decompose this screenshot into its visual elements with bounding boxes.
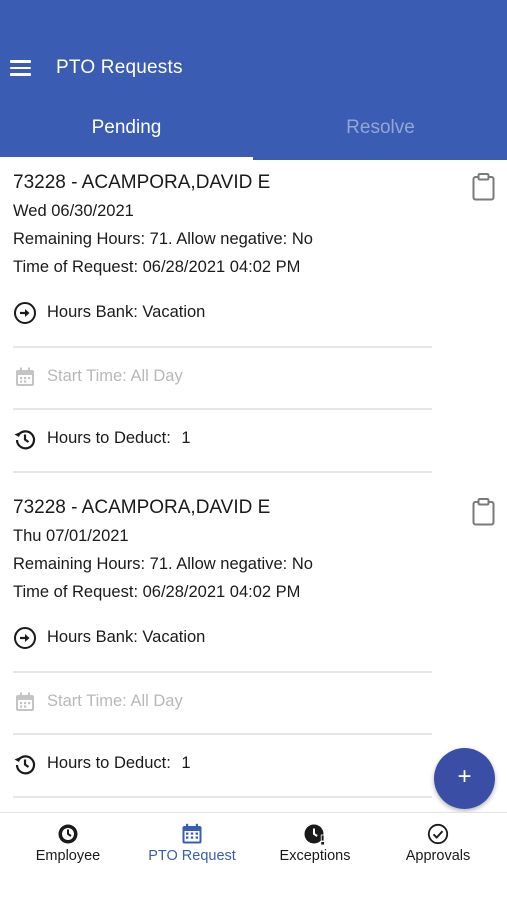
- divider: [13, 408, 432, 410]
- hours-to-deduct-row: Hours to Deduct: 1: [13, 749, 433, 779]
- pto-request-list[interactable]: 73228 - ACAMPORA,DAVID E Wed 06/30/2021 …: [0, 160, 507, 812]
- tab-pending[interactable]: Pending: [0, 100, 253, 160]
- pto-request-card: 73228 - ACAMPORA,DAVID E Wed 06/30/2021 …: [0, 160, 507, 485]
- clipboard-icon[interactable]: [472, 173, 495, 201]
- tab-bar: Pending Resolve: [0, 100, 507, 160]
- nav-exceptions-label: Exceptions: [279, 848, 351, 864]
- hours-to-deduct-value[interactable]: 1: [181, 429, 190, 447]
- nav-approvals-label: Approvals: [405, 848, 471, 864]
- clock-alert-icon: [304, 824, 325, 845]
- arrow-circle-right-icon: [14, 302, 36, 324]
- check-circle-icon: [427, 823, 449, 845]
- hamburger-menu-icon[interactable]: [10, 60, 32, 76]
- page-title: PTO Requests: [56, 57, 183, 78]
- hours-to-deduct-row: Hours to Deduct: 1: [13, 424, 433, 454]
- nav-approvals[interactable]: Approvals: [375, 813, 501, 900]
- start-time-field[interactable]: Start Time: All Day: [13, 362, 433, 392]
- remaining-hours: Remaining Hours: 71. Allow negative: No: [13, 555, 313, 573]
- nav-pto-request[interactable]: PTO Request: [129, 813, 255, 900]
- hours-to-deduct-label: Hours to Deduct:: [47, 429, 171, 447]
- divider: [13, 671, 432, 673]
- clipboard-icon[interactable]: [472, 498, 495, 526]
- hours-bank-label: Hours Bank: Vacation: [47, 303, 206, 321]
- nav-exceptions[interactable]: Exceptions: [252, 813, 378, 900]
- nav-pto-request-label: PTO Request: [148, 848, 236, 864]
- divider: [13, 471, 432, 473]
- add-request-button[interactable]: +: [434, 748, 495, 809]
- calendar-icon: [182, 823, 202, 844]
- pto-request-card: 73228 - ACAMPORA,DAVID E Thu 07/01/2021 …: [0, 485, 507, 810]
- divider: [13, 733, 432, 735]
- hours-bank-row: Hours Bank: Vacation: [13, 298, 433, 328]
- hours-to-deduct-label: Hours to Deduct:: [47, 754, 171, 772]
- app-bar: PTO Requests: [0, 0, 507, 100]
- employee-name: 73228 - ACAMPORA,DAVID E: [13, 172, 271, 193]
- hours-bank-label: Hours Bank: Vacation: [47, 628, 206, 646]
- calendar-icon: [16, 692, 34, 711]
- divider: [13, 796, 432, 798]
- divider: [13, 346, 432, 348]
- calendar-icon: [16, 367, 34, 386]
- clock-badge-icon: [58, 824, 78, 844]
- nav-employee-label: Employee: [35, 848, 101, 864]
- start-time-field[interactable]: Start Time: All Day: [13, 687, 433, 717]
- nav-employee[interactable]: Employee: [5, 813, 131, 900]
- bottom-navigation: Employee PTO Request Exceptions Approval…: [0, 812, 507, 900]
- remaining-hours: Remaining Hours: 71. Allow negative: No: [13, 230, 313, 248]
- history-icon: [14, 430, 36, 450]
- tab-resolve[interactable]: Resolve: [254, 100, 507, 160]
- start-time-placeholder: Start Time: All Day: [47, 692, 183, 710]
- time-of-request: Time of Request: 06/28/2021 04:02 PM: [13, 258, 301, 276]
- time-of-request: Time of Request: 06/28/2021 04:02 PM: [13, 583, 301, 601]
- start-time-placeholder: Start Time: All Day: [47, 367, 183, 385]
- arrow-circle-right-icon: [14, 627, 36, 649]
- request-date: Thu 07/01/2021: [13, 527, 129, 545]
- request-date: Wed 06/30/2021: [13, 202, 134, 220]
- employee-name: 73228 - ACAMPORA,DAVID E: [13, 497, 271, 518]
- hours-bank-row: Hours Bank: Vacation: [13, 623, 433, 653]
- hours-to-deduct-value[interactable]: 1: [181, 754, 190, 772]
- history-icon: [14, 755, 36, 775]
